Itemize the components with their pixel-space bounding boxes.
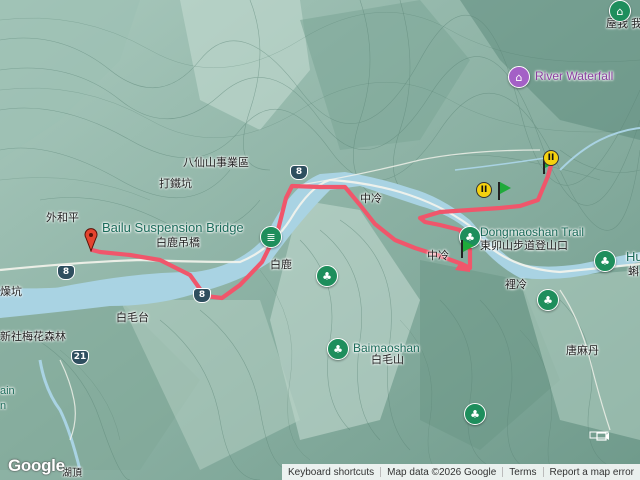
keyboard-shortcuts-link[interactable]: Keyboard shortcuts (282, 467, 380, 478)
label-hu-zh-partial: 蝌 (628, 266, 639, 278)
pause-marker-icon[interactable]: II (476, 182, 492, 198)
report-map-error-link[interactable]: Report a map error (544, 467, 640, 478)
route-8-shield-left: 8 (57, 265, 75, 280)
label-baimaoshan-en[interactable]: Baimaoshan (353, 342, 420, 354)
label-bailu: 白鹿 (270, 259, 292, 271)
waterfall-poi-icon[interactable]: ⌂ (508, 66, 530, 88)
hu-poi-icon[interactable]: ♣ (594, 250, 616, 272)
label-dadingkeng: 打鐵坑 (159, 178, 192, 190)
label-river-waterfall[interactable]: River Waterfall (535, 70, 613, 82)
map-canvas[interactable]: 8 8 8 21 外和平 八仙山事業區 打鐵坑 Bailu Suspension… (0, 0, 640, 480)
map-data-text: Map data ©2026 Google (387, 466, 497, 478)
label-hu-partial: Hu (626, 249, 640, 264)
label-ain-partial: ain (0, 385, 15, 397)
label-dongmaoshan-en[interactable]: Dongmaoshan Trail (480, 226, 584, 238)
label-bottom-left-partial: 湖頂 (62, 468, 82, 479)
label-baxianshan: 八仙山事業區 (183, 157, 249, 169)
ne-poi-icon[interactable]: ⌂ (609, 0, 631, 22)
label-tangmadan: 唐麻丹 (566, 345, 599, 357)
label-n-partial: n (0, 400, 7, 412)
google-logo[interactable]: Google (8, 456, 65, 476)
label-bailu-bridge-en[interactable]: Bailu Suspension Bridge (102, 221, 244, 234)
label-bailu-bridge-zh[interactable]: 白鹿吊橋 (156, 237, 200, 249)
pause-marker-2-icon[interactable]: II (543, 150, 559, 166)
label-dongkeng: 燥坑 (0, 286, 22, 298)
label-waihe-ping: 外和平 (46, 212, 79, 224)
label-zhongleng-top: 中冷 (360, 193, 382, 205)
route-8-shield-mid: 8 (193, 288, 211, 303)
route-8-shield-top: 8 (290, 165, 308, 180)
label-xinshe-plum: 新社梅花森林 (0, 331, 66, 343)
terms-link[interactable]: Terms (503, 467, 542, 478)
trailhead-poi-icon[interactable]: ≣ (260, 226, 282, 248)
mountain-poi-icon[interactable]: ♣ (316, 265, 338, 287)
route-21-shield: 21 (71, 350, 89, 365)
label-baimaoshan-zh: 白毛山 (371, 354, 404, 366)
lileng-poi-icon[interactable]: ♣ (537, 289, 559, 311)
baimaoshan-poi-icon[interactable]: ♣ (327, 338, 349, 360)
camera-icon[interactable] (596, 429, 610, 443)
label-lileng: 裡冷 (505, 279, 527, 291)
start-pin-icon[interactable] (84, 228, 98, 252)
label-baimaotai: 白毛台 (116, 312, 149, 324)
label-zhongleng: 中冷 (427, 250, 449, 262)
label-dongmaoshan-zh: 東卯山步道登山口 (480, 240, 568, 252)
attribution-bar: Keyboard shortcuts Map data ©2026 Google… (281, 464, 640, 480)
south-poi-icon[interactable]: ♣ (464, 403, 486, 425)
